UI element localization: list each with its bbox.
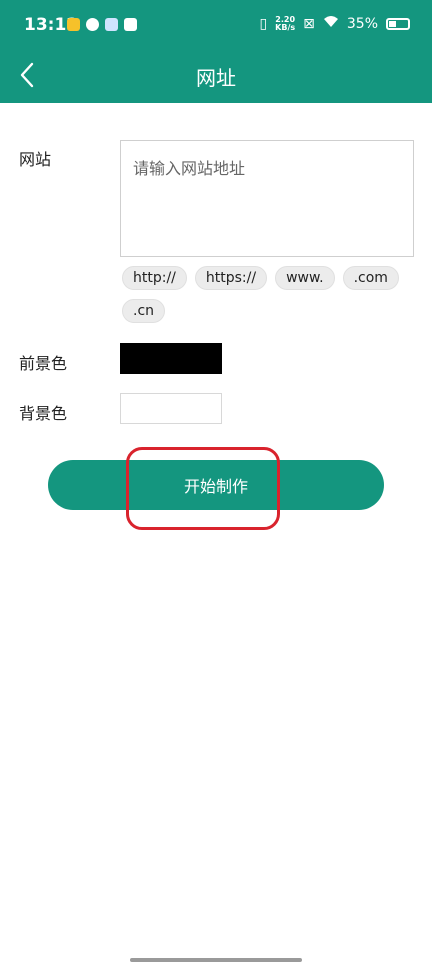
app-notification-icon — [105, 18, 118, 31]
background-color-swatch[interactable] — [120, 393, 222, 424]
chip-www[interactable]: www. — [275, 266, 335, 290]
app-header: 13:12 ▯ 2.20 KB/s ⊠ 35% 网址 — [0, 0, 432, 103]
chip-https[interactable]: https:// — [194, 266, 268, 290]
chip-com[interactable]: .com — [342, 266, 399, 290]
battery-percent: 35% — [346, 15, 378, 32]
network-speed: 2.20 KB/s — [275, 14, 296, 32]
status-right: ▯ 2.20 KB/s ⊠ 35% — [259, 15, 410, 32]
wifi-icon — [323, 15, 339, 32]
app-notification-icon — [86, 18, 99, 31]
home-indicator — [130, 958, 302, 962]
website-label: 网站 — [19, 150, 52, 169]
weibo-notification-icon — [67, 18, 80, 31]
status-bar: 13:12 ▯ 2.20 KB/s ⊠ 35% — [0, 0, 432, 52]
website-input[interactable]: 请输入网站地址 — [120, 140, 414, 257]
url-chips: http:// https:// www. .com .cn — [122, 266, 412, 323]
foreground-color-swatch[interactable] — [120, 343, 222, 374]
chip-cn[interactable]: .cn — [122, 299, 166, 323]
no-sim-icon: ⊠ — [303, 15, 315, 32]
page-title: 网址 — [196, 66, 236, 90]
background-color-label: 背景色 — [19, 404, 68, 423]
start-button[interactable]: 开始制作 — [48, 460, 384, 510]
chip-http[interactable]: http:// — [122, 266, 187, 290]
start-button-label: 开始制作 — [183, 477, 248, 496]
vibrate-icon: ▯ — [259, 15, 268, 32]
website-input-placeholder: 请输入网站地址 — [133, 159, 246, 178]
nav-bar: 网址 — [0, 52, 432, 103]
message-notification-icon — [124, 18, 137, 31]
notification-icons — [67, 18, 137, 31]
battery-icon — [386, 17, 410, 30]
foreground-color-label: 前景色 — [19, 354, 68, 373]
